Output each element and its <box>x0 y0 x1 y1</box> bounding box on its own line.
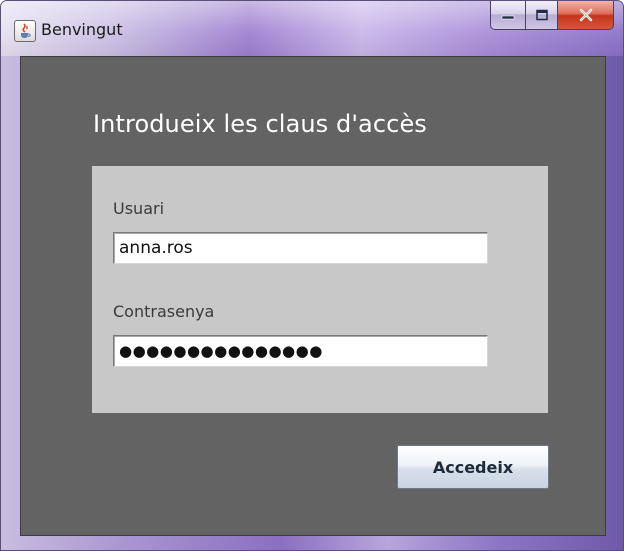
username-input[interactable] <box>114 233 487 263</box>
login-window: Benvingut Introdueix les claus d'accès U… <box>0 0 624 551</box>
title-bar[interactable]: Benvingut <box>1 1 623 56</box>
maximize-button[interactable] <box>526 1 558 30</box>
password-mask[interactable]: ●●●●●●●●●●●●●●● <box>119 336 323 366</box>
password-field[interactable]: ●●●●●●●●●●●●●●● <box>113 335 488 367</box>
close-icon <box>579 8 592 22</box>
credentials-panel: Usuari Contrasenya ●●●●●●●●●●●●●●● <box>92 166 548 413</box>
java-cup-icon[interactable] <box>14 20 36 42</box>
login-heading: Introdueix les claus d'accès <box>93 110 427 138</box>
maximize-icon <box>535 9 548 21</box>
minimize-icon <box>501 15 515 20</box>
content-pane: Introdueix les claus d'accès Usuari Cont… <box>20 56 606 536</box>
minimize-button[interactable] <box>490 1 526 30</box>
close-button[interactable] <box>558 1 614 30</box>
username-label: Usuari <box>113 199 165 218</box>
window-controls <box>490 1 614 31</box>
username-field[interactable] <box>113 232 488 264</box>
window-title: Benvingut <box>41 20 123 39</box>
password-label: Contrasenya <box>113 302 215 321</box>
accedeix-button[interactable]: Accedeix <box>397 445 549 489</box>
